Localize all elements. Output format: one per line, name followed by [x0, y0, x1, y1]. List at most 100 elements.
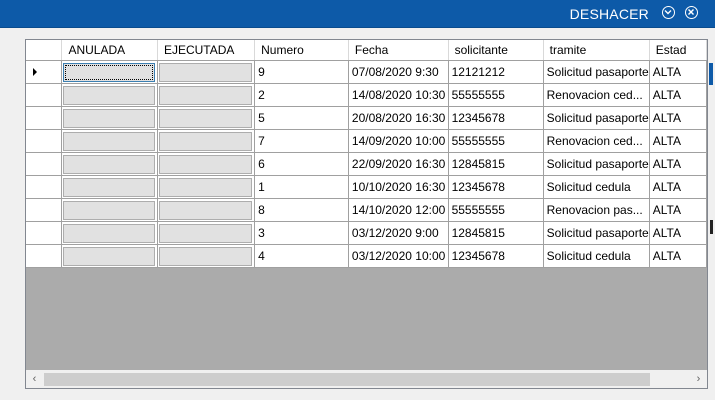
anulada-button[interactable]: [63, 132, 155, 151]
ejecutada-button[interactable]: [158, 86, 253, 105]
table-row[interactable]: 7 14/09/2020 10:00 55555555 Renovacion ced.…: [26, 129, 707, 153]
row-header[interactable]: [26, 60, 63, 84]
cell-solicitante[interactable]: 12345678: [448, 175, 544, 199]
anulada-button[interactable]: [63, 224, 155, 243]
row-header[interactable]: [26, 175, 63, 199]
table-row[interactable]: 1 10/10/2020 16:30 12345678 Solicitud cedul…: [26, 175, 707, 199]
cell-solicitante[interactable]: 55555555: [448, 198, 544, 222]
cell-anulada[interactable]: [61, 198, 158, 222]
table-row[interactable]: 9 07/08/2020 9:30 12121212 Solicitud pasapo…: [26, 60, 707, 84]
cell-estado[interactable]: ALTA: [649, 198, 707, 222]
row-header[interactable]: [26, 129, 63, 153]
cell-numero[interactable]: 2: [254, 83, 349, 107]
row-header[interactable]: [26, 83, 63, 107]
column-header-fecha[interactable]: Fecha: [348, 40, 449, 61]
cell-anulada[interactable]: [61, 83, 158, 107]
cell-anulada[interactable]: [61, 221, 158, 245]
cell-ejecutada[interactable]: [157, 83, 256, 107]
ejecutada-button[interactable]: [158, 247, 253, 266]
row-header[interactable]: [26, 244, 63, 268]
row-header[interactable]: [26, 221, 63, 245]
table-row[interactable]: 5 20/08/2020 16:30 12345678 Solicitud pasap…: [26, 106, 707, 130]
data-grid[interactable]: ANULADA EJECUTADA Numero Fecha solicitan…: [25, 39, 708, 389]
cell-ejecutada[interactable]: [157, 175, 256, 199]
column-header-numero[interactable]: Numero: [254, 40, 349, 61]
anulada-button[interactable]: [63, 86, 155, 105]
scrollbar-thumb[interactable]: [44, 373, 650, 386]
cell-fecha[interactable]: 22/09/2020 16:30: [348, 152, 449, 176]
cell-estado[interactable]: ALTA: [649, 175, 707, 199]
cell-fecha[interactable]: 03/12/2020 9:00: [348, 221, 449, 245]
cell-anulada[interactable]: [61, 106, 158, 130]
cell-estado[interactable]: ALTA: [649, 60, 707, 84]
cell-ejecutada[interactable]: [157, 106, 256, 130]
chevron-left-icon[interactable]: ‹: [26, 371, 43, 388]
column-header-anulada[interactable]: ANULADA: [61, 40, 158, 61]
cell-fecha[interactable]: 03/12/2020 10:00: [348, 244, 449, 268]
cell-tramite[interactable]: Renovacion ced...: [543, 83, 650, 107]
cell-tramite[interactable]: Solicitud pasaporte: [543, 106, 650, 130]
cell-numero[interactable]: 7: [254, 129, 349, 153]
cell-numero[interactable]: 4: [254, 244, 349, 268]
column-header-tramite[interactable]: tramite: [543, 40, 650, 61]
cell-solicitante[interactable]: 12845815: [448, 152, 544, 176]
horizontal-scrollbar[interactable]: ‹ ›: [26, 370, 707, 388]
cell-solicitante[interactable]: 12345678: [448, 106, 544, 130]
anulada-button[interactable]: [63, 247, 155, 266]
cell-anulada[interactable]: [61, 60, 158, 84]
cell-ejecutada[interactable]: [157, 152, 256, 176]
cell-fecha[interactable]: 14/10/2020 12:00: [348, 198, 449, 222]
cell-ejecutada[interactable]: [157, 60, 256, 84]
cell-tramite[interactable]: Solicitud pasaporte: [543, 152, 650, 176]
table-row[interactable]: 4 03/12/2020 10:00 12345678 Solicitud cedul…: [26, 244, 707, 268]
cell-ejecutada[interactable]: [157, 221, 256, 245]
header-corner[interactable]: [26, 40, 63, 61]
ejecutada-button[interactable]: [158, 178, 253, 197]
cell-fecha[interactable]: 10/10/2020 16:30: [348, 175, 449, 199]
cell-solicitante[interactable]: 12845815: [448, 221, 544, 245]
column-header-solicitante[interactable]: solicitante: [448, 40, 544, 61]
cell-tramite[interactable]: Renovacion pas...: [543, 198, 650, 222]
cell-solicitante[interactable]: 12121212: [448, 60, 544, 84]
cell-fecha[interactable]: 07/08/2020 9:30: [348, 60, 449, 84]
ejecutada-button[interactable]: [158, 109, 253, 128]
cell-numero[interactable]: 3: [254, 221, 349, 245]
cell-anulada[interactable]: [61, 244, 158, 268]
cell-estado[interactable]: ALTA: [649, 129, 707, 153]
cell-estado[interactable]: ALTA: [649, 221, 707, 245]
row-header[interactable]: [26, 106, 63, 130]
cell-numero[interactable]: 5: [254, 106, 349, 130]
cell-ejecutada[interactable]: [157, 129, 256, 153]
anulada-button[interactable]: [63, 109, 155, 128]
cell-tramite[interactable]: Solicitud cedula: [543, 175, 650, 199]
collapse-icon[interactable]: [662, 6, 675, 19]
cell-tramite[interactable]: Renovacion ced...: [543, 129, 650, 153]
cell-numero[interactable]: 6: [254, 152, 349, 176]
cell-solicitante[interactable]: 55555555: [448, 129, 544, 153]
ejecutada-button[interactable]: [158, 201, 253, 220]
ejecutada-button[interactable]: [158, 155, 253, 174]
ejecutada-button[interactable]: [158, 224, 253, 243]
anulada-button[interactable]: [63, 178, 155, 197]
cell-estado[interactable]: ALTA: [649, 152, 707, 176]
cell-ejecutada[interactable]: [157, 244, 256, 268]
cell-anulada[interactable]: [61, 152, 158, 176]
cell-tramite[interactable]: Solicitud cedula: [543, 244, 650, 268]
cell-anulada[interactable]: [61, 175, 158, 199]
close-icon[interactable]: [685, 6, 698, 19]
cell-fecha[interactable]: 14/08/2020 10:30: [348, 83, 449, 107]
cell-numero[interactable]: 8: [254, 198, 349, 222]
column-header-estado[interactable]: Estad: [649, 40, 707, 61]
anulada-button[interactable]: [63, 155, 155, 174]
cell-solicitante[interactable]: 55555555: [448, 83, 544, 107]
chevron-right-icon[interactable]: ›: [690, 371, 707, 388]
ejecutada-button[interactable]: [158, 63, 253, 82]
table-row[interactable]: 3 03/12/2020 9:00 12845815 Solicitud pasapo…: [26, 221, 707, 245]
cell-anulada[interactable]: [61, 129, 158, 153]
cell-estado[interactable]: ALTA: [649, 106, 707, 130]
cell-tramite[interactable]: Solicitud pasaporte: [543, 60, 650, 84]
table-row[interactable]: 2 14/08/2020 10:30 55555555 Renovacion ced.…: [26, 83, 707, 107]
anulada-button[interactable]: [63, 63, 155, 82]
cell-estado[interactable]: ALTA: [649, 244, 707, 268]
row-header[interactable]: [26, 198, 63, 222]
